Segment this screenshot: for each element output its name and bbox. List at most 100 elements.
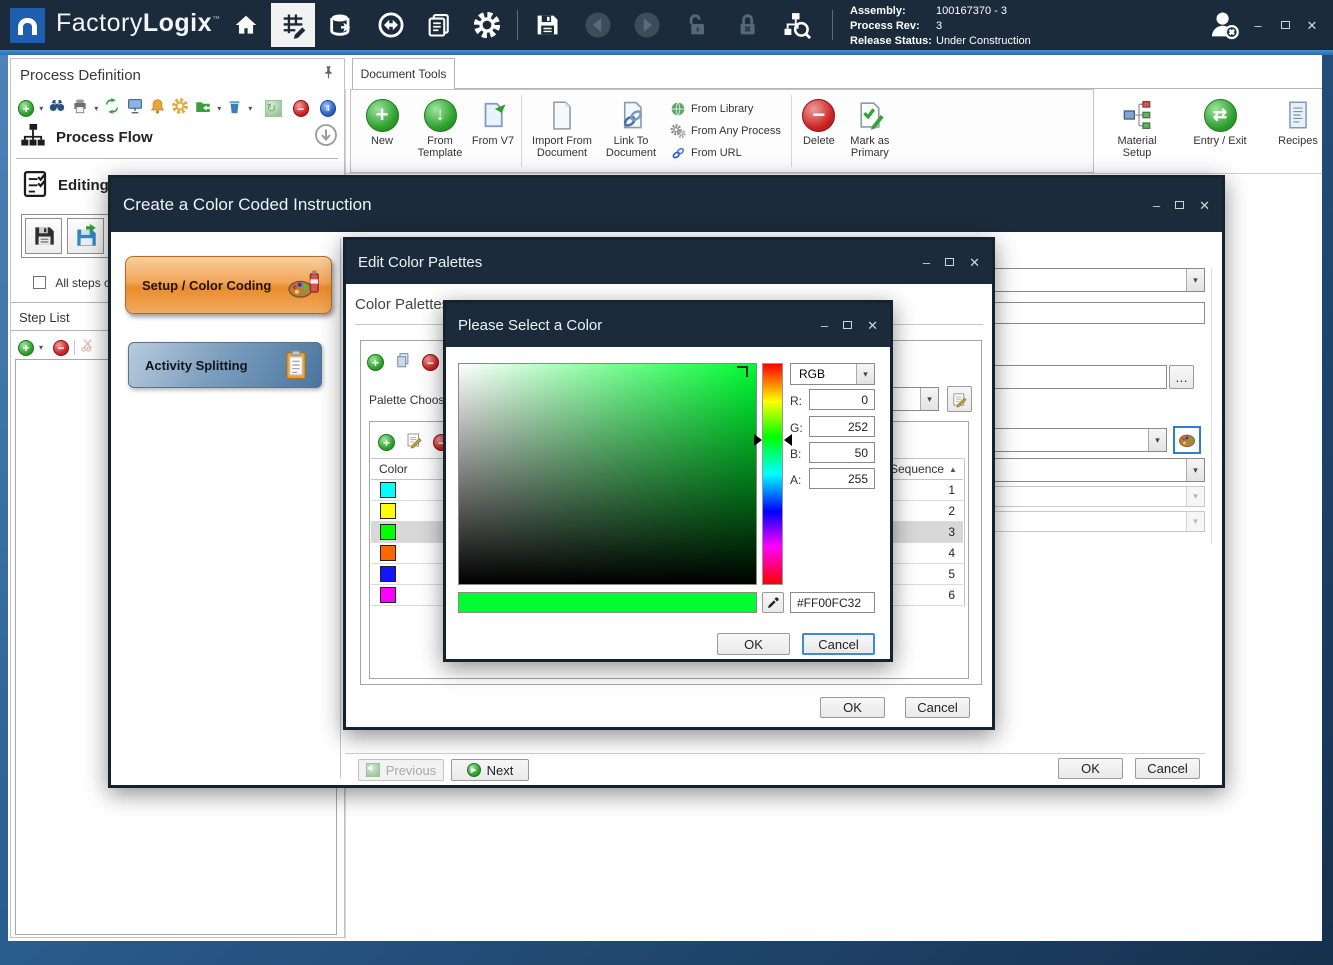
export-caret-icon[interactable]: ▾ — [217, 104, 221, 113]
delete-caret-icon[interactable]: ▾ — [248, 104, 252, 113]
process-swap-icon[interactable] — [103, 97, 121, 120]
home-icon[interactable] — [230, 9, 262, 41]
print-caret-icon[interactable]: ▾ — [94, 104, 98, 113]
settings-gear-icon[interactable] — [471, 9, 503, 41]
delete-palette-icon[interactable]: − — [422, 354, 439, 371]
add-icon[interactable]: + — [18, 100, 34, 117]
saturation-marker[interactable] — [737, 366, 748, 377]
edit-palettes-titlebar[interactable]: Edit Color Palettes – ✕ — [346, 240, 992, 284]
process-design-icon[interactable] — [271, 3, 315, 47]
unlock-icon[interactable] — [681, 9, 713, 41]
lock-x-icon[interactable] — [731, 9, 763, 41]
maximize-button[interactable] — [1175, 201, 1184, 209]
color-column-header[interactable]: Color — [379, 462, 408, 476]
process-flow-label[interactable]: Process Flow — [56, 129, 153, 146]
from-any-process-button[interactable]: From Any Process — [670, 122, 781, 140]
hex-input[interactable]: #FF00FC32 — [790, 592, 875, 613]
back-icon[interactable] — [582, 9, 614, 41]
all-steps-checkbox[interactable] — [33, 276, 46, 289]
process-search-icon[interactable] — [781, 9, 813, 41]
documents-icon[interactable] — [423, 9, 455, 41]
create-dialog-titlebar[interactable]: Create a Color Coded Instruction – ✕ — [111, 178, 1222, 232]
eyedropper-button[interactable] — [762, 592, 784, 613]
palette-toolbar: + − — [367, 351, 439, 374]
saturation-value-area[interactable] — [458, 363, 757, 585]
export-icon[interactable] — [194, 97, 212, 120]
collapse-down-icon[interactable] — [314, 123, 338, 152]
minimize-button[interactable]: – — [821, 319, 828, 332]
add-color-icon[interactable]: + — [378, 434, 395, 451]
gear-gold-icon[interactable] — [171, 97, 189, 120]
rename-palette-button[interactable] — [947, 386, 972, 412]
tab-document-tools[interactable]: Document Tools — [352, 58, 455, 89]
cancel-button[interactable]: Cancel — [905, 697, 970, 718]
b-input[interactable]: 50 — [809, 442, 875, 463]
forward-icon[interactable] — [631, 9, 663, 41]
presentation-icon[interactable] — [126, 97, 144, 120]
bell-icon[interactable] — [149, 98, 166, 120]
sequence-column-header[interactable]: Sequence — [890, 462, 944, 476]
minimize-button[interactable]: – — [923, 256, 930, 269]
setup-color-coding-button[interactable]: Setup / Color Coding — [125, 256, 332, 314]
minimize-button[interactable]: – — [1247, 9, 1269, 41]
from-v7-button[interactable]: From V7 — [469, 93, 517, 169]
entry-exit-button[interactable]: ⇄ Entry / Exit — [1188, 93, 1252, 159]
cancel-button[interactable]: Cancel — [1135, 758, 1200, 779]
from-url-button[interactable]: From URL — [670, 144, 781, 162]
app-titlebar: FactoryLogix™ — [0, 0, 1333, 50]
hue-slider[interactable] — [762, 363, 783, 585]
material-setup-button[interactable]: Material Setup — [1106, 93, 1168, 159]
ok-button[interactable]: OK — [820, 697, 885, 718]
copy-palette-icon[interactable] — [394, 351, 412, 374]
new-document-button[interactable]: + New — [353, 93, 411, 169]
browse-button[interactable]: … — [1169, 365, 1194, 389]
link-to-document-button[interactable]: Link To Document — [598, 93, 664, 169]
user-logout-icon[interactable] — [1203, 9, 1245, 41]
maximize-button[interactable] — [843, 321, 852, 329]
hue-slider-handle[interactable] — [784, 434, 792, 446]
close-button[interactable]: ✕ — [867, 319, 878, 332]
ok-button[interactable]: OK — [717, 633, 790, 655]
delete-blue-icon[interactable] — [226, 98, 243, 120]
save-icon[interactable] — [531, 9, 563, 41]
from-template-button[interactable]: ↓ From Template — [411, 93, 469, 169]
edit-color-icon[interactable] — [405, 431, 423, 454]
recipes-button[interactable]: Recipes — [1272, 93, 1324, 159]
sort-ascending-icon[interactable]: ▲ — [949, 465, 957, 474]
pause-icon[interactable]: ‖ — [320, 100, 336, 117]
pin-icon[interactable] — [321, 65, 336, 85]
ok-button[interactable]: OK — [1058, 758, 1123, 779]
import-step-button[interactable] — [67, 218, 104, 254]
close-button[interactable]: ✕ — [1199, 199, 1210, 212]
add-caret-icon[interactable]: ▾ — [39, 104, 43, 113]
import-data-icon[interactable] — [325, 9, 357, 41]
maximize-button[interactable] — [945, 258, 954, 266]
transfer-icon[interactable] — [375, 9, 407, 41]
remove-step-icon[interactable]: − — [53, 340, 69, 356]
cancel-button[interactable]: Cancel — [802, 633, 875, 655]
add-step-icon[interactable]: + — [18, 340, 34, 356]
delete-document-button[interactable]: − Delete — [796, 93, 842, 169]
activity-splitting-button[interactable]: Activity Splitting — [128, 342, 322, 388]
minimize-button[interactable]: – — [1153, 199, 1160, 212]
edit-palette-button[interactable] — [1173, 426, 1201, 454]
add-step-caret-icon[interactable]: ▾ — [39, 343, 43, 352]
import-from-document-button[interactable]: Import From Document — [526, 93, 598, 169]
binoculars-icon[interactable] — [48, 97, 66, 120]
mark-as-primary-button[interactable]: Mark as Primary — [842, 93, 898, 169]
close-button[interactable]: ✕ — [1301, 9, 1323, 41]
r-input[interactable]: 0 — [809, 389, 875, 410]
print-icon[interactable] — [71, 97, 89, 120]
maximize-button[interactable] — [1274, 9, 1296, 41]
remove-icon[interactable]: − — [293, 100, 309, 117]
from-library-button[interactable]: From Library — [670, 100, 781, 118]
close-button[interactable]: ✕ — [969, 256, 980, 269]
next-button[interactable]: ▶ Next — [451, 759, 529, 781]
add-palette-icon[interactable]: + — [367, 354, 384, 371]
color-mode-combo[interactable]: RGB▾ — [790, 363, 875, 385]
g-input[interactable]: 252 — [809, 416, 875, 437]
hue-slider-handle[interactable] — [754, 434, 762, 446]
a-input[interactable]: 255 — [809, 468, 875, 489]
save-step-button[interactable] — [25, 218, 62, 254]
color-picker-titlebar[interactable]: Please Select a Color – ✕ — [446, 303, 890, 347]
